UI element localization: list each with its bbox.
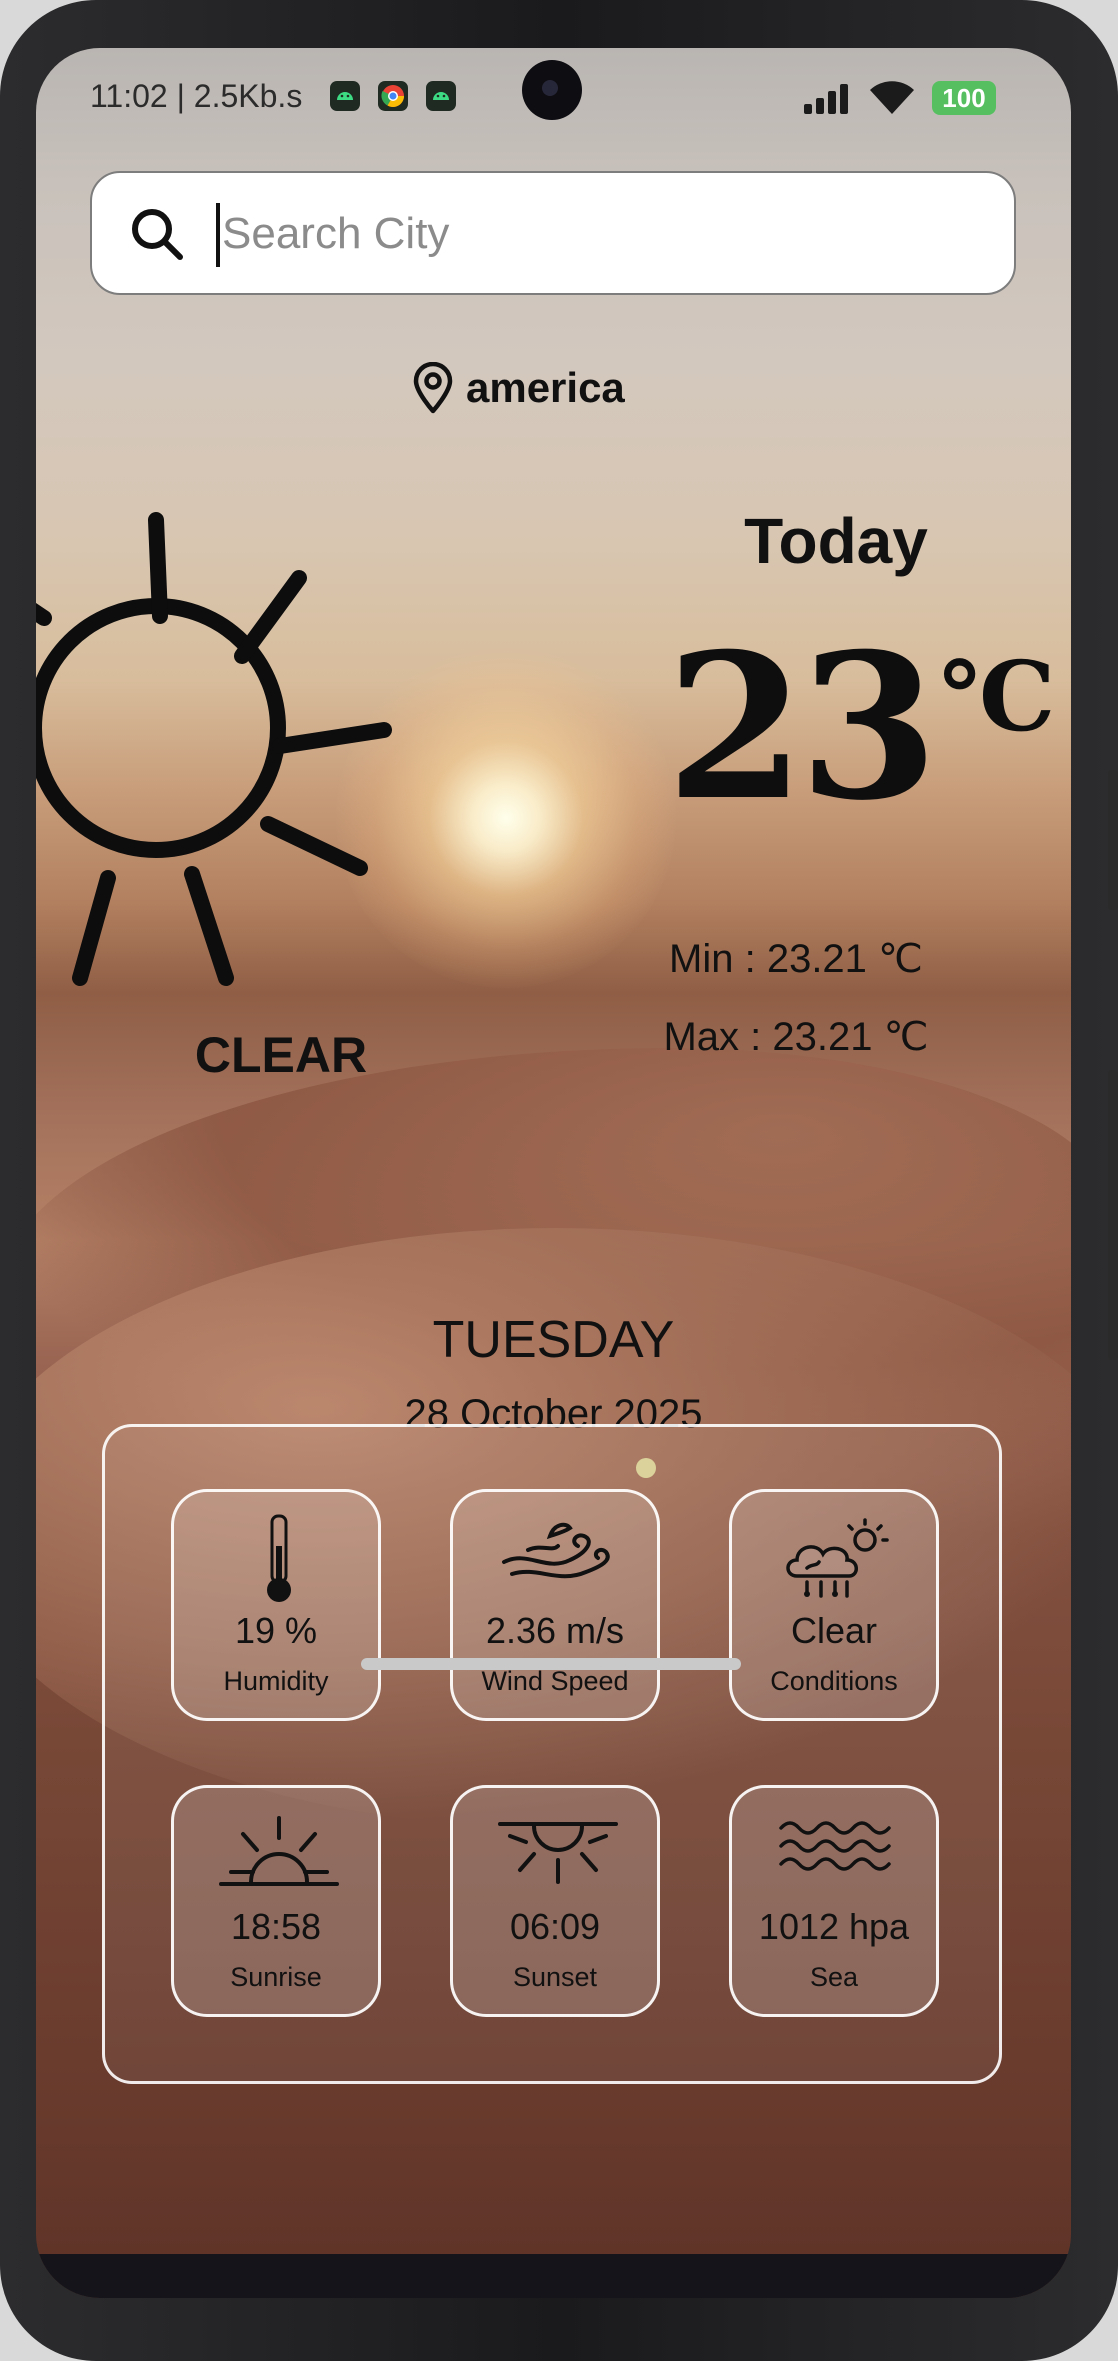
weather-details-panel: 19 % Humidity 2.36 m/s Wind Speed Clear … <box>102 1424 1002 2084</box>
sunset-icon <box>498 1822 618 1884</box>
signal-icon <box>804 84 848 114</box>
wind-speed-value: 2.36 m/s <box>485 1610 625 1651</box>
status-bar: 11:02 | 2.5Kb.s 100 <box>36 48 1071 148</box>
clear-weather-sun-icon <box>36 512 392 986</box>
sea-pressure-label: Sea <box>809 1962 859 1992</box>
today-label: Today <box>744 505 928 577</box>
cloud-sun-rain-icon <box>786 1518 889 1598</box>
phone-frame: 11:02 | 2.5Kb.s 100 Search City america … <box>0 0 1118 2361</box>
day-name: TUESDAY <box>432 1311 675 1369</box>
humidity-value: 19 % <box>234 1610 318 1651</box>
front-camera <box>522 60 582 120</box>
sunrise-card: 18:58 Sunrise <box>171 1785 381 2017</box>
location-row: america <box>412 358 625 418</box>
wind-speed-label: Wind Speed <box>481 1666 629 1696</box>
android-notification-icon <box>426 81 456 111</box>
conditions-card: Clear Conditions <box>729 1489 939 1721</box>
sunset-label: Sunset <box>512 1962 598 1992</box>
search-city-input[interactable] <box>220 193 984 275</box>
humidity-card: 19 % Humidity <box>171 1489 381 1721</box>
chrome-notification-icon <box>378 81 408 111</box>
volume-button <box>1108 1070 1118 1360</box>
sunrise-label: Sunrise <box>230 1962 322 1992</box>
sunrise-icon <box>219 1816 339 1886</box>
android-notification-icon <box>330 81 360 111</box>
condition-label: CLEAR <box>194 1027 368 1083</box>
status-time: 11:02 | 2.5Kb.s <box>90 78 303 114</box>
temperature-display: 23 ℃ <box>666 628 1055 878</box>
location-pin-icon <box>413 362 453 414</box>
location-name: america <box>466 364 625 411</box>
wind-speed-card: 2.36 m/s Wind Speed <box>450 1489 660 1721</box>
humidity-label: Humidity <box>223 1666 329 1696</box>
wind-icon <box>502 1522 610 1579</box>
sea-pressure-value: 1012 hpa <box>758 1906 910 1947</box>
temperature-value: 23 <box>666 610 938 845</box>
sunset-card: 06:09 Sunset <box>450 1785 660 2017</box>
battery-indicator: 100 <box>932 81 996 115</box>
sunset-value: 06:09 <box>509 1906 601 1947</box>
sea-pressure-card: 1012 hpa Sea <box>729 1785 939 2017</box>
thermometer-icon <box>267 1514 291 1602</box>
temperature-unit: ℃ <box>940 640 1056 753</box>
search-bar[interactable] <box>90 171 1016 295</box>
sunrise-value: 18:58 <box>230 1906 322 1947</box>
waves-icon <box>779 1821 891 1871</box>
power-button <box>1108 770 1118 910</box>
max-temperature: Max : 23.21 ℃ <box>663 1015 929 1059</box>
app-screen: 11:02 | 2.5Kb.s 100 Search City america … <box>36 48 1071 2298</box>
system-navigation-bar <box>36 2254 1071 2298</box>
home-gesture-bar[interactable] <box>361 1658 741 1670</box>
conditions-label: Conditions <box>770 1666 898 1696</box>
min-temperature: Min : 23.21 ℃ <box>669 937 923 981</box>
search-icon[interactable] <box>128 205 186 263</box>
conditions-value: Clear <box>790 1610 878 1651</box>
wifi-icon <box>870 81 914 114</box>
